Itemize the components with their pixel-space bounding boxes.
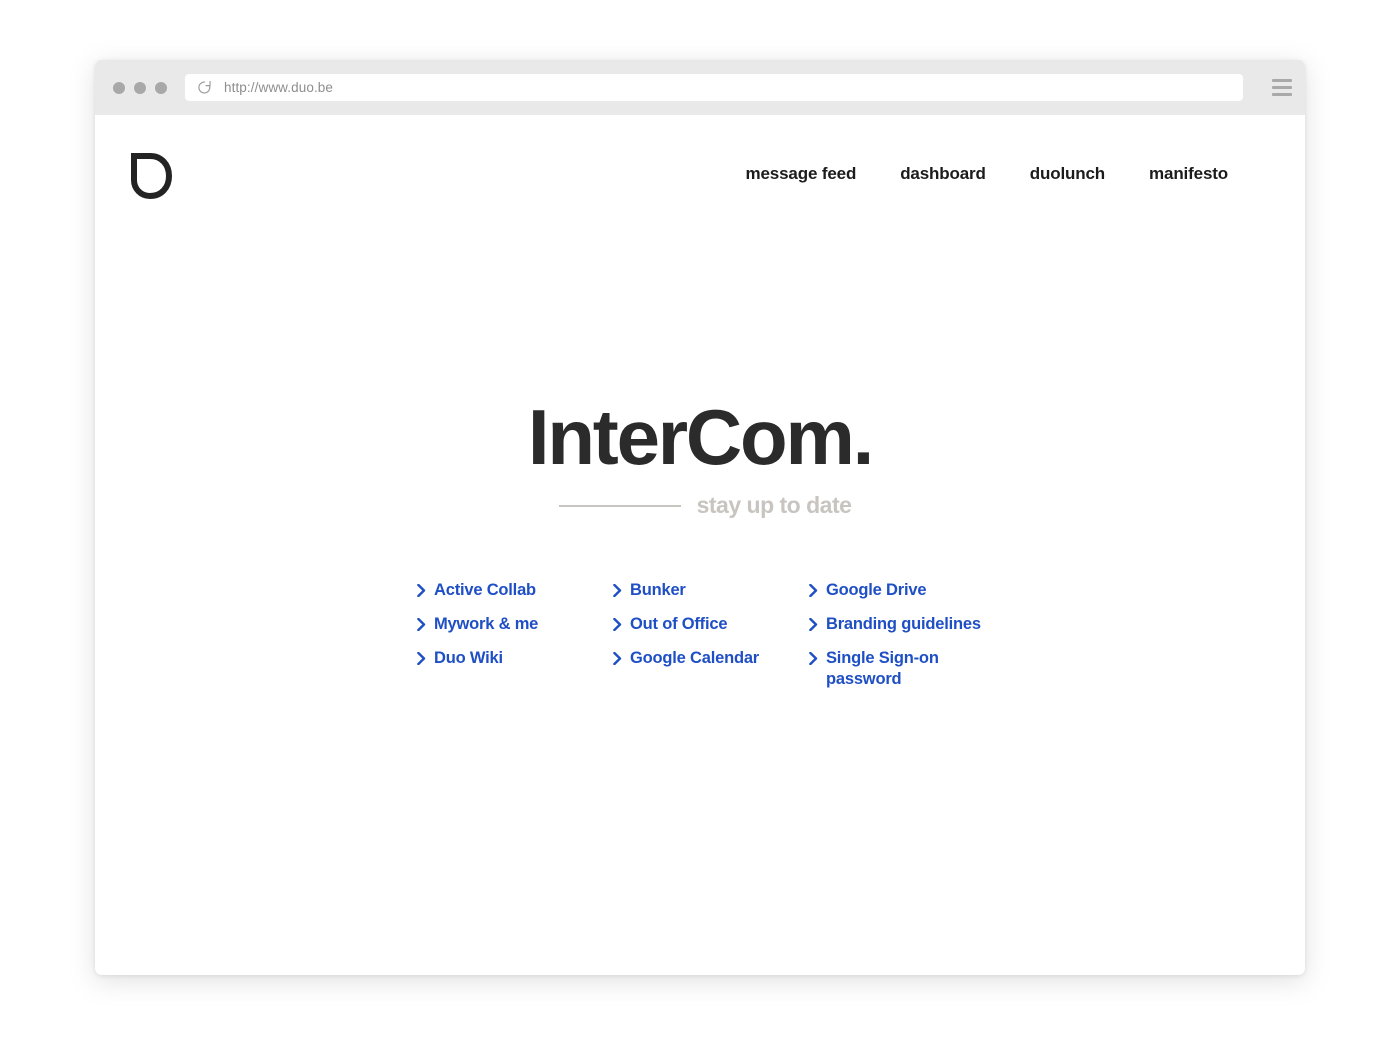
link-out-of-office[interactable]: Out of Office — [613, 614, 809, 648]
link-bunker[interactable]: Bunker — [613, 580, 809, 614]
chevron-right-icon — [417, 652, 426, 665]
link-label: Single Sign-on password — [826, 649, 939, 689]
link-label: Google Drive — [826, 581, 927, 599]
link-label: Google Calendar — [630, 649, 760, 667]
nav-item-duolunch[interactable]: duolunch — [1030, 164, 1105, 184]
menu-bar-2 — [1272, 86, 1292, 89]
address-bar[interactable]: http://www.duo.be — [185, 74, 1243, 101]
link-label: Bunker — [630, 581, 686, 599]
logo-link[interactable] — [128, 149, 172, 199]
hero-subtitle: stay up to date — [696, 492, 852, 518]
chevron-right-icon — [613, 584, 622, 597]
link-label: Mywork & me — [434, 615, 539, 633]
nav-item-dashboard[interactable]: dashboard — [900, 164, 986, 184]
maximize-dot-icon[interactable] — [155, 81, 167, 94]
menu-bar-3 — [1272, 93, 1292, 96]
screenshot-root: http://www.duo.be message feed dashboard — [0, 0, 1400, 1050]
duo-d-logo-icon — [131, 153, 172, 199]
link-label: Branding guidelines — [826, 615, 981, 633]
link-google-drive[interactable]: Google Drive — [809, 580, 1017, 614]
link-active-collab[interactable]: Active Collab — [417, 580, 613, 614]
link-google-calendar[interactable]: Google Calendar — [613, 648, 809, 682]
link-label: Duo Wiki — [434, 649, 503, 667]
url-text: http://www.duo.be — [224, 80, 334, 95]
chevron-right-icon — [809, 618, 818, 631]
close-dot-icon[interactable] — [113, 81, 125, 94]
link-branding-guidelines[interactable]: Branding guidelines — [809, 614, 1017, 648]
minimize-dot-icon[interactable] — [134, 81, 146, 94]
link-duo-wiki[interactable]: Duo Wiki — [417, 648, 613, 682]
chevron-right-icon — [809, 584, 818, 597]
site-header: message feed dashboard duolunch manifest… — [95, 115, 1305, 233]
window-controls — [113, 81, 167, 94]
main-navigation: message feed dashboard duolunch manifest… — [746, 164, 1229, 184]
chevron-right-icon — [417, 618, 426, 631]
nav-item-manifesto[interactable]: manifesto — [1149, 164, 1228, 184]
reload-icon[interactable] — [197, 80, 212, 95]
quick-links-grid: Active Collab Bunker Google Drive Mywork… — [400, 580, 1000, 688]
page-title: InterCom. — [527, 393, 874, 481]
menu-bar-1 — [1272, 79, 1292, 82]
browser-toolbar: http://www.duo.be — [95, 60, 1305, 115]
chevron-right-icon — [613, 618, 622, 631]
link-single-sign-on-password[interactable]: Single Sign-on password — [809, 648, 1017, 688]
hero-section: InterCom. stay up to date — [95, 398, 1305, 519]
link-mywork-and-me[interactable]: Mywork & me — [417, 614, 613, 648]
hero-divider-rule — [558, 504, 681, 507]
link-label: Out of Office — [630, 615, 728, 633]
nav-item-message-feed[interactable]: message feed — [746, 164, 857, 184]
link-label: Active Collab — [434, 581, 536, 599]
chevron-right-icon — [417, 584, 426, 597]
browser-window: http://www.duo.be message feed dashboard — [95, 60, 1305, 975]
hero-subtitle-row: stay up to date — [95, 492, 1305, 519]
hamburger-menu-icon[interactable] — [1259, 60, 1305, 115]
page-viewport: message feed dashboard duolunch manifest… — [95, 115, 1305, 975]
chevron-right-icon — [613, 652, 622, 665]
chevron-right-icon — [809, 652, 818, 665]
